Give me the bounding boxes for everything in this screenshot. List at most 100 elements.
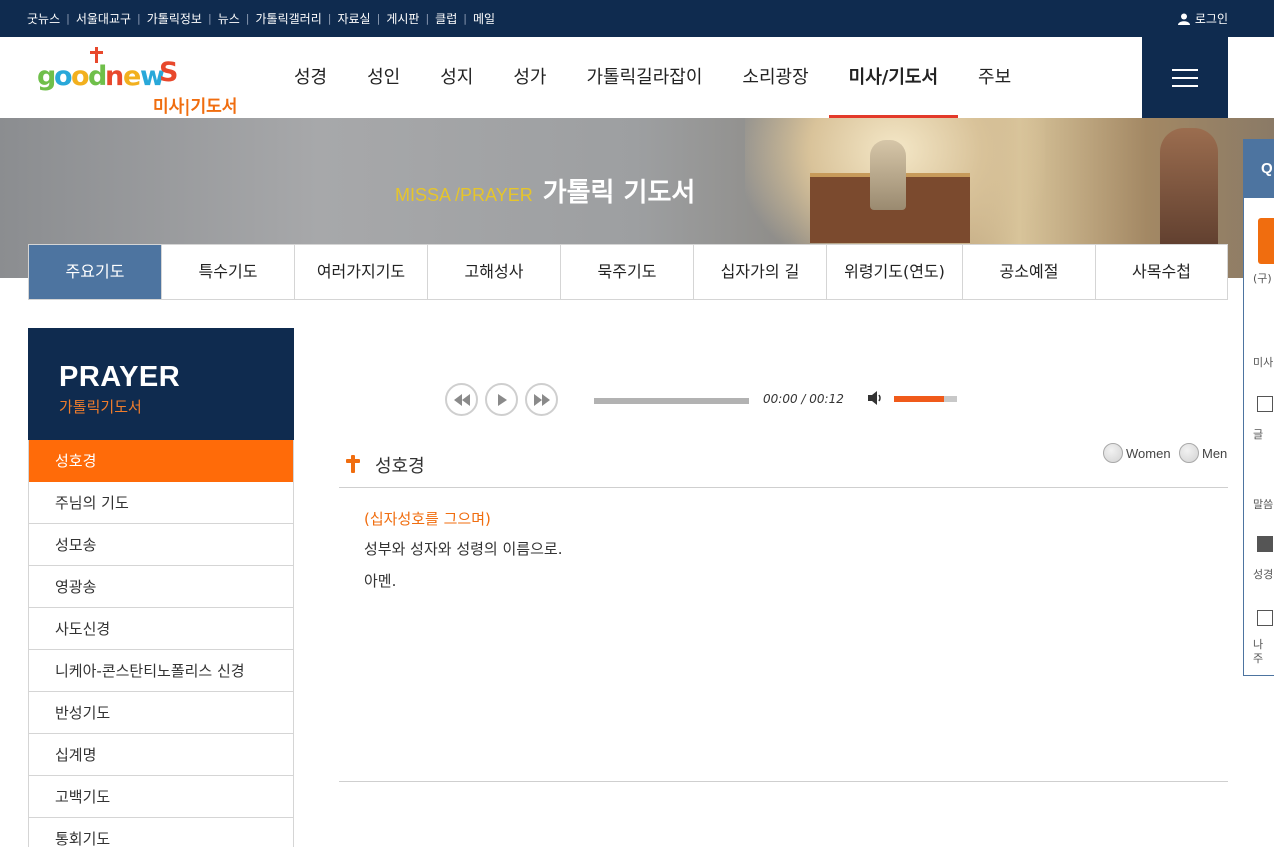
divider: | [376, 12, 381, 25]
divider: | [425, 12, 430, 25]
playback-time: 00:00 / 00:12 [763, 392, 844, 406]
voice-men-option[interactable]: Men [1179, 443, 1227, 463]
quick-label[interactable]: 글 [1253, 426, 1263, 442]
sidebar-item-apostles-creed[interactable]: 사도신경 [29, 608, 293, 650]
prayer-title: 성호경 [375, 456, 425, 477]
top-link-mail[interactable]: 메일 [473, 10, 495, 27]
nav-hymns[interactable]: 성가 [493, 37, 566, 118]
hamburger-icon [1172, 84, 1198, 87]
quick-menu-header: Q [1244, 140, 1274, 198]
sidebar-item-nicene-creed[interactable]: 니케아-콘스탄티노폴리스 신경 [29, 650, 293, 692]
logo-subtitle: 미사|기도서 [153, 97, 238, 117]
sidebar-item-commandments[interactable]: 십계명 [29, 734, 293, 776]
quick-label[interactable]: 미사 [1253, 354, 1273, 370]
sidebar-item-confiteor[interactable]: 고백기도 [29, 776, 293, 818]
login-label: 로그인 [1194, 12, 1228, 26]
top-link-archive[interactable]: 자료실 [337, 10, 370, 27]
sidebar-item-glory-be[interactable]: 영광송 [29, 566, 293, 608]
prayer-sidebar: PRAYER 가톨릭기도서 성호경 주님의 기도 성모송 영광송 사도신경 니케… [28, 328, 294, 847]
rewind-icon [453, 393, 470, 406]
nav-bulletin[interactable]: 주보 [958, 37, 1031, 118]
tab-prayer-for-dead[interactable]: 위령기도(연도) [827, 245, 963, 299]
top-link-gallery[interactable]: 가톨릭갤러리 [256, 10, 322, 27]
goodnews-logo[interactable]: g o o d n e w S 미사|기도서 [37, 45, 252, 117]
rewind-button[interactable] [445, 383, 478, 416]
sidebar-item-sign-of-cross[interactable]: 성호경 [29, 440, 293, 482]
nav-saints[interactable]: 성인 [347, 37, 420, 118]
sidebar-list: 성호경 주님의 기도 성모송 영광송 사도신경 니케아-콘스탄티노폴리스 신경 … [28, 440, 294, 847]
play-icon [497, 393, 507, 406]
sidebar-item-examination[interactable]: 반성기도 [29, 692, 293, 734]
top-utility-bar: 굿뉴스 | 서울대교구 | 가톨릭정보 | 뉴스 | 가톨릭갤러리 | 자료실 | 게시판 |… [0, 0, 1274, 37]
main-nav: 성경 성인 성지 성가 가톨릭길라잡이 소리광장 미사/기도서 주보 [274, 37, 1031, 118]
divider: | [463, 12, 467, 25]
tab-various-prayers[interactable]: 여러가지기도 [295, 245, 428, 299]
hamburger-menu-button[interactable] [1142, 37, 1228, 118]
login-link[interactable]: 로그인 [1177, 0, 1228, 37]
sidebar-subtitle: 가톨릭기도서 [59, 398, 142, 416]
ebook-icon[interactable] [1258, 218, 1274, 264]
women-label: Women [1126, 445, 1171, 461]
top-link-catholic-info[interactable]: 가톨릭정보 [147, 10, 202, 27]
prayer-line: 성부와 성자와 성령의 이름으로. [364, 540, 563, 558]
quick-label[interactable]: (구) [1253, 270, 1272, 286]
sidebar-item-hail-mary[interactable]: 성모송 [29, 524, 293, 566]
sidebar-title: PRAYER [59, 361, 181, 393]
nav-sound-plaza[interactable]: 소리광장 [722, 37, 828, 118]
men-label: Men [1202, 445, 1228, 461]
user-icon [1177, 13, 1190, 25]
women-radio[interactable] [1103, 443, 1123, 463]
tab-pastoral-handbook[interactable]: 사목수첩 [1096, 245, 1227, 299]
top-link-goodnews[interactable]: 굿뉴스 [27, 10, 60, 27]
prayer-line: 아멘. [364, 572, 397, 590]
quick-menu-panel: Q (구) 미사 글 말씀 성경 나 주 [1243, 139, 1274, 676]
sidebar-item-lords-prayer[interactable]: 주님의 기도 [29, 482, 293, 524]
nav-bible[interactable]: 성경 [274, 37, 347, 118]
quick-label[interactable]: 성경 [1253, 566, 1273, 582]
hamburger-icon [1172, 68, 1198, 71]
tab-gongso-rite[interactable]: 공소예절 [963, 245, 1096, 299]
top-link-seoul[interactable]: 서울대교구 [76, 10, 131, 27]
fast-forward-button[interactable] [525, 383, 558, 416]
prayer-rubric: (십자성호를 그으며) [364, 510, 491, 528]
prayer-header: 성호경 Women Men [339, 440, 1228, 488]
tab-way-of-cross[interactable]: 십자가의 길 [694, 245, 827, 299]
nav-catholic-guide[interactable]: 가톨릭길라잡이 [567, 37, 723, 118]
volume-slider[interactable] [894, 396, 957, 402]
minus-icon[interactable] [1257, 396, 1273, 412]
men-radio[interactable] [1179, 443, 1199, 463]
top-link-club[interactable]: 클럽 [435, 10, 457, 27]
calendar-icon[interactable] [1257, 536, 1273, 552]
divider: | [66, 12, 70, 25]
nav-holy-sites[interactable]: 성지 [420, 37, 493, 118]
tab-confession[interactable]: 고해성사 [428, 245, 561, 299]
hero-title: MISSA /PRAYER 가톨릭 기도서 [395, 172, 695, 208]
sidebar-item-act-of-contrition[interactable]: 통회기도 [29, 818, 293, 847]
tab-rosary[interactable]: 묵주기도 [561, 245, 694, 299]
volume-icon[interactable] [868, 391, 884, 405]
hero-statue [870, 140, 906, 210]
divider: | [207, 12, 212, 25]
quick-label[interactable]: 말씀 [1253, 496, 1273, 512]
prayer-text: (십자성호를 그으며) 성부와 성자와 성령의 이름으로. 아멘. [364, 505, 1204, 597]
voice-women-option[interactable]: Women [1103, 443, 1171, 463]
top-link-news[interactable]: 뉴스 [218, 10, 240, 27]
divider: | [137, 12, 141, 25]
tab-main-prayers[interactable]: 주요기도 [29, 245, 162, 299]
sidebar-header: PRAYER 가톨릭기도서 [28, 328, 294, 440]
hero-title-en: MISSA /PRAYER [395, 185, 533, 205]
nav-mass-prayer[interactable]: 미사/기도서 [828, 37, 959, 118]
quick-label[interactable]: 주 [1253, 650, 1263, 666]
note-icon[interactable] [1257, 610, 1273, 626]
cross-icon [346, 455, 360, 473]
top-link-board[interactable]: 게시판 [386, 10, 419, 27]
divider: | [245, 12, 250, 25]
prayer-category-tabs: 주요기도 특수기도 여러가지기도 고해성사 묵주기도 십자가의 길 위령기도(연… [28, 244, 1228, 300]
play-button[interactable] [485, 383, 518, 416]
hamburger-icon [1172, 76, 1198, 79]
playback-progress-bar[interactable] [594, 398, 749, 404]
tab-special-prayers[interactable]: 특수기도 [162, 245, 295, 299]
svg-text:S: S [159, 57, 178, 88]
hero-st-joseph-statue [1160, 128, 1218, 258]
svg-text:o: o [71, 61, 90, 92]
